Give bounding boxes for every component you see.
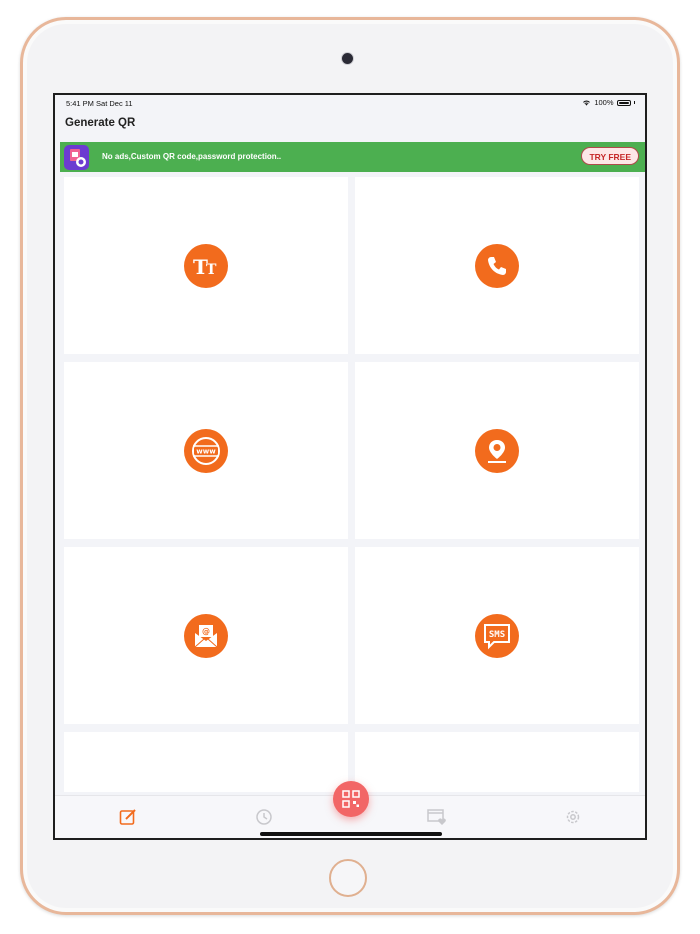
- sms-icon: SMS: [475, 613, 519, 658]
- qr-type-website[interactable]: www: [64, 362, 348, 539]
- app-promo-icon: [64, 145, 89, 170]
- qr-type-location[interactable]: [355, 362, 639, 539]
- wifi-icon: [583, 100, 591, 106]
- qr-scan-icon[interactable]: [333, 781, 369, 817]
- svg-text:www: www: [196, 447, 216, 455]
- create-icon[interactable]: [119, 808, 137, 826]
- email-icon: @: [184, 613, 228, 658]
- try-free-button[interactable]: TRY FREE: [581, 147, 639, 165]
- qr-type-sms[interactable]: SMS: [355, 547, 639, 724]
- qr-type-email[interactable]: @: [64, 547, 348, 724]
- status-bar: 5:41 PM Sat Dec 11 100%: [55, 95, 645, 111]
- phone-icon: [475, 243, 519, 288]
- qr-type-more-2[interactable]: [355, 732, 639, 792]
- history-icon[interactable]: [255, 808, 273, 826]
- location-icon: [475, 428, 519, 473]
- home-button[interactable]: [329, 859, 367, 897]
- svg-text:SMS: SMS: [489, 630, 505, 640]
- qr-type-text[interactable]: T T: [64, 177, 348, 354]
- qr-type-phone[interactable]: [355, 177, 639, 354]
- website-icon: www: [184, 428, 228, 473]
- promo-banner[interactable]: No ads,Custom QR code,password protectio…: [60, 142, 645, 172]
- page-title: Generate QR: [65, 117, 136, 129]
- svg-text:@: @: [202, 627, 210, 636]
- battery-tip: [633, 101, 635, 104]
- svg-text:T: T: [206, 262, 217, 278]
- status-time: 5:41 PM Sat Dec 11: [66, 99, 133, 108]
- settings-icon[interactable]: [564, 808, 582, 826]
- favorites-icon[interactable]: [427, 808, 446, 826]
- home-indicator: [260, 832, 442, 836]
- qr-type-more-1[interactable]: [64, 732, 348, 792]
- screen: 5:41 PM Sat Dec 11 100% Generate QR No a…: [53, 93, 647, 840]
- battery-percent: 100%: [594, 98, 614, 107]
- promo-text: No ads,Custom QR code,password protectio…: [102, 152, 282, 161]
- battery-icon: [616, 99, 631, 106]
- camera: [341, 52, 354, 65]
- text-icon: T T: [184, 243, 228, 288]
